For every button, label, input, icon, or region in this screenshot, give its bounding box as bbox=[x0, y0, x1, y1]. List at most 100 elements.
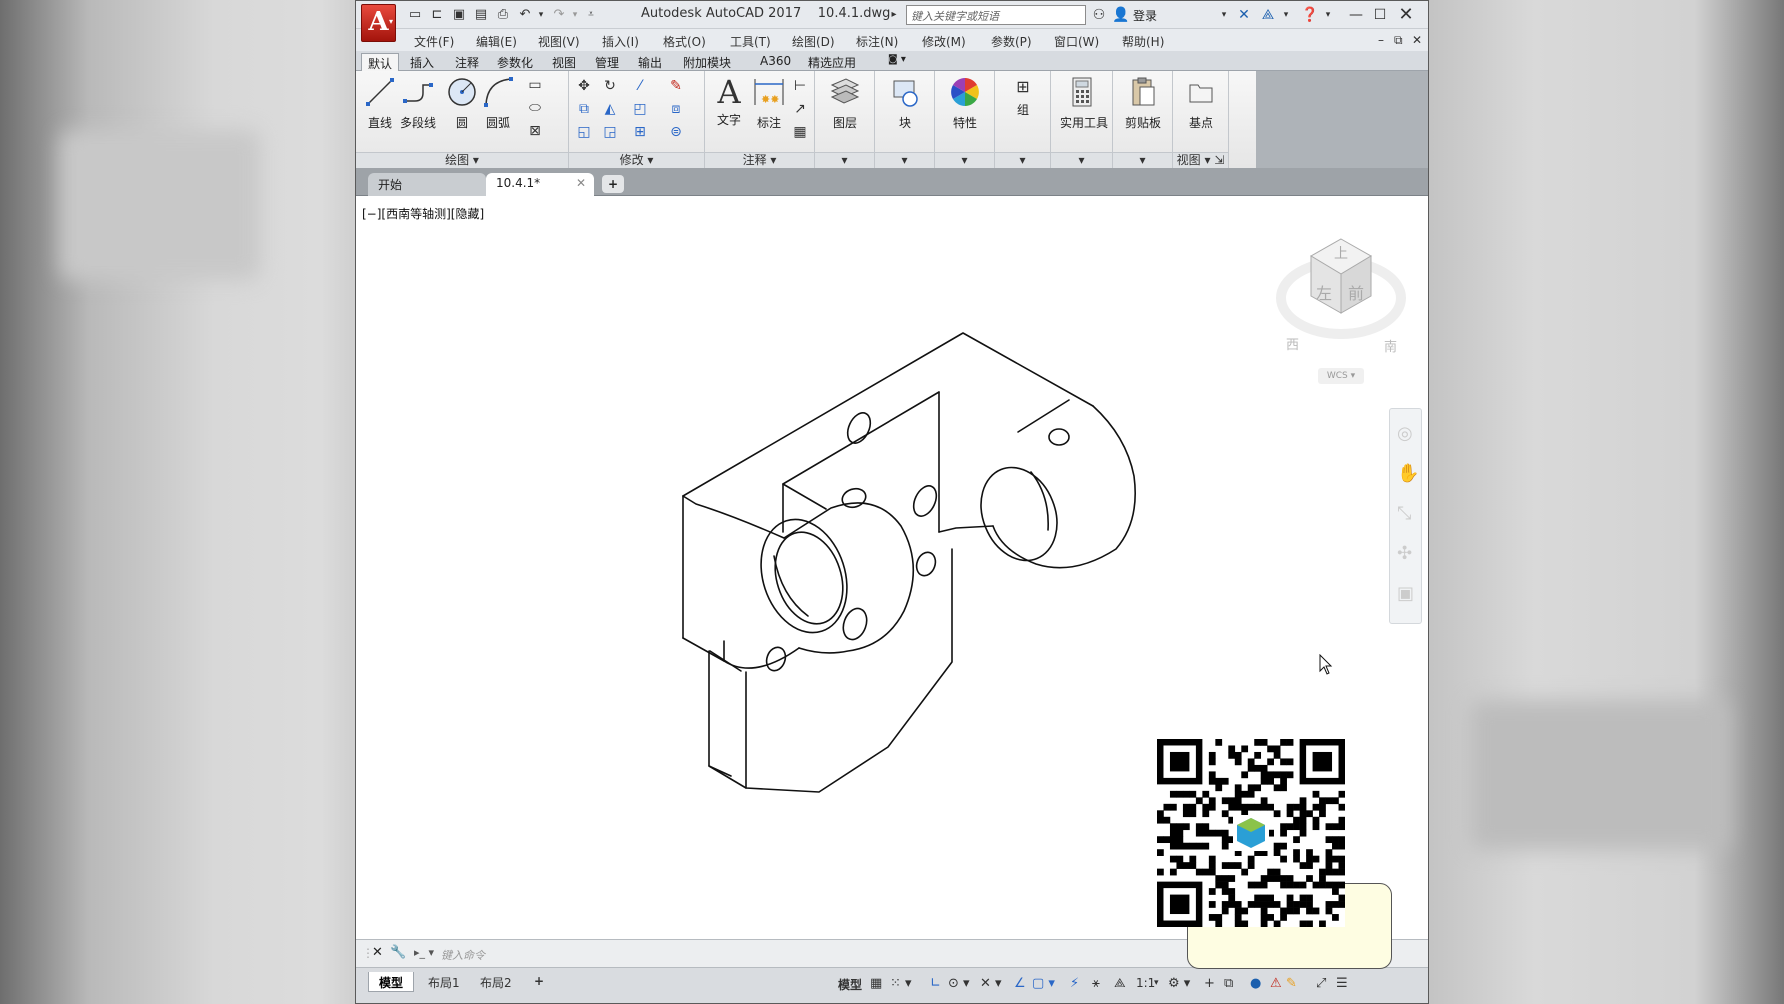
panel-annotation-title[interactable]: 注释 ▾ bbox=[705, 152, 814, 168]
application-menu-button[interactable]: A ▾ bbox=[361, 4, 396, 42]
viewcube-west[interactable]: 西 bbox=[1286, 334, 1299, 353]
fullscreen-icon[interactable]: ⤢ bbox=[1316, 976, 1326, 991]
tab-layout1[interactable]: 布局1 bbox=[418, 972, 470, 992]
undo-dropdown-icon[interactable]: ▾ bbox=[532, 6, 550, 24]
panel-view-title[interactable]: 视图 ▾ ⇲ bbox=[1173, 152, 1228, 168]
ortho-icon[interactable]: ∟ bbox=[930, 976, 941, 991]
hardware-acceleration-icon[interactable]: ⚠ bbox=[1270, 976, 1282, 991]
grid-icon[interactable]: ▦ bbox=[870, 976, 882, 991]
close-icon[interactable]: ✕ bbox=[1396, 5, 1416, 25]
tab-view[interactable]: 视图 bbox=[546, 53, 582, 71]
tab-close-icon[interactable]: ✕ bbox=[576, 176, 586, 190]
command-input[interactable]: 键入命令 bbox=[441, 947, 485, 963]
menu-view[interactable]: 视图(V) bbox=[538, 33, 580, 50]
scale-dropdown-icon[interactable]: ▾ bbox=[1154, 978, 1159, 988]
auto-scale-icon[interactable]: ⚹ bbox=[1092, 976, 1100, 991]
fillet-icon[interactable]: ◰ bbox=[631, 100, 649, 118]
viewcube-left[interactable]: 左 bbox=[1316, 280, 1332, 304]
orbit-icon[interactable]: ✣ bbox=[1397, 543, 1412, 564]
panel-properties-expand[interactable]: ▾ bbox=[935, 152, 994, 168]
dimension-tool[interactable]: ✸✸ 标注 bbox=[747, 75, 791, 131]
menu-file[interactable]: 文件(F) bbox=[414, 33, 454, 50]
tab-addins[interactable]: 附加模块 bbox=[677, 53, 737, 71]
help-icon[interactable]: ❓ bbox=[1300, 5, 1320, 25]
tab-layout2[interactable]: 布局2 bbox=[470, 972, 522, 992]
new-file-icon[interactable]: ▭ bbox=[406, 6, 424, 24]
object-snap-icon[interactable]: ▢ ▾ bbox=[1032, 976, 1055, 991]
leader-icon[interactable]: ↗ bbox=[791, 100, 809, 118]
panel-block-expand[interactable]: ▾ bbox=[875, 152, 934, 168]
offset-icon[interactable]: ⊜ bbox=[667, 123, 685, 141]
annotation-monitor-icon[interactable]: + bbox=[1204, 976, 1215, 991]
viewcube-top[interactable]: 上 bbox=[1334, 243, 1348, 263]
menu-window[interactable]: 窗口(W) bbox=[1054, 33, 1099, 50]
rotate-icon[interactable]: ↻ bbox=[601, 77, 619, 95]
tab-insert[interactable]: 插入 bbox=[404, 53, 440, 71]
ribbon-toggle-icon[interactable]: ◙ ▾ bbox=[882, 53, 912, 71]
cmd-customize-icon[interactable]: 🔧 bbox=[390, 945, 406, 960]
table-icon[interactable]: ▦ bbox=[791, 123, 809, 141]
viewcube-front[interactable]: 前 bbox=[1348, 280, 1364, 304]
help-dropdown-icon[interactable]: ▾ bbox=[1318, 5, 1338, 25]
exchange-icon[interactable]: ✕ bbox=[1234, 5, 1254, 25]
minimize-icon[interactable]: — bbox=[1346, 5, 1366, 25]
a360-dropdown-icon[interactable]: ▾ bbox=[1276, 5, 1296, 25]
menu-parametric[interactable]: 参数(P) bbox=[991, 33, 1032, 50]
tab-a360[interactable]: A360 bbox=[754, 53, 797, 71]
menu-format[interactable]: 格式(O) bbox=[663, 33, 706, 50]
annotation-scale-icon[interactable]: ⟁ bbox=[1114, 976, 1126, 991]
tab-start[interactable]: 开始 bbox=[368, 173, 486, 196]
search-arrow-icon[interactable]: ▸ bbox=[884, 5, 904, 25]
a360-icon[interactable]: ⟁ bbox=[1258, 5, 1278, 25]
print-icon[interactable]: ⎙ bbox=[494, 6, 512, 24]
model-space-toggle[interactable]: 模型 bbox=[838, 976, 862, 993]
workspace-icon[interactable]: ⚙ ▾ bbox=[1168, 976, 1190, 991]
menu-tools[interactable]: 工具(T) bbox=[730, 33, 771, 50]
clipboard-tool[interactable]: 剪贴板 bbox=[1121, 75, 1165, 131]
panel-utilities-expand[interactable]: ▾ bbox=[1051, 152, 1112, 168]
menu-dimension[interactable]: 标注(N) bbox=[856, 33, 898, 50]
zoom-icon[interactable]: ⤡ bbox=[1397, 503, 1411, 524]
basepoint-tool[interactable]: 基点 bbox=[1179, 75, 1223, 131]
pan-icon[interactable]: ✋ bbox=[1397, 463, 1419, 484]
open-file-icon[interactable]: ⊏ bbox=[428, 6, 446, 24]
utilities-tool[interactable]: 实用工具 bbox=[1060, 75, 1108, 131]
erase-icon[interactable]: ✎ bbox=[667, 77, 685, 95]
menu-draw[interactable]: 绘图(D) bbox=[792, 33, 835, 50]
showmotion-icon[interactable]: ▣ bbox=[1397, 583, 1414, 604]
doc-close-icon[interactable]: ✕ bbox=[1412, 33, 1422, 47]
group-tool[interactable]: ⊞ 组 bbox=[1001, 75, 1045, 118]
annotation-visibility-icon[interactable]: ⚡ bbox=[1070, 976, 1079, 991]
arc-tool[interactable]: 圆弧 bbox=[476, 75, 520, 131]
cmd-close-icon[interactable]: ✕ bbox=[372, 945, 383, 960]
tab-model[interactable]: 模型 bbox=[368, 972, 415, 992]
array-icon[interactable]: ⊞ bbox=[631, 123, 649, 141]
object-snap-tracking-icon[interactable]: ∠ bbox=[1014, 976, 1026, 991]
panel-draw-title[interactable]: 绘图 ▾ bbox=[356, 152, 568, 168]
wcs-menu[interactable]: WCS ▾ bbox=[1318, 368, 1364, 384]
cmd-prompt-icon[interactable]: ▸_ ▾ bbox=[414, 946, 434, 959]
doc-minimize-icon[interactable]: – bbox=[1378, 33, 1384, 47]
panel-groups-expand[interactable]: ▾ bbox=[995, 152, 1050, 168]
maximize-icon[interactable]: ☐ bbox=[1370, 5, 1390, 25]
panel-clipboard-expand[interactable]: ▾ bbox=[1113, 152, 1172, 168]
menu-edit[interactable]: 编辑(E) bbox=[476, 33, 517, 50]
binoculars-icon[interactable]: ⚇ bbox=[1089, 5, 1109, 25]
snap-icon[interactable]: ⁙ ▾ bbox=[890, 976, 912, 991]
tab-manage[interactable]: 管理 bbox=[589, 53, 625, 71]
linear-dimension-icon[interactable]: ⊢ bbox=[791, 77, 809, 95]
stretch-icon[interactable]: ◱ bbox=[575, 123, 593, 141]
move-icon[interactable]: ✥ bbox=[575, 77, 593, 95]
menu-help[interactable]: 帮助(H) bbox=[1122, 33, 1164, 50]
search-input[interactable]: 键入关键字或短语 bbox=[906, 5, 1086, 25]
scale-icon[interactable]: ◲ bbox=[601, 123, 619, 141]
ellipse-icon[interactable]: ⬭ bbox=[526, 99, 544, 117]
polar-icon[interactable]: ⊙ ▾ bbox=[948, 976, 970, 991]
clean-screen-icon[interactable]: ✎ bbox=[1286, 976, 1297, 991]
tab-document[interactable]: 10.4.1* ✕ bbox=[486, 173, 594, 196]
annotation-scale-value[interactable]: 1:1 bbox=[1136, 976, 1155, 990]
add-layout-button[interactable]: + bbox=[524, 972, 554, 992]
save-icon[interactable]: ▣ bbox=[450, 6, 468, 24]
tab-default[interactable]: 默认 bbox=[361, 53, 400, 71]
steering-wheel-icon[interactable]: ◎ bbox=[1397, 423, 1413, 444]
